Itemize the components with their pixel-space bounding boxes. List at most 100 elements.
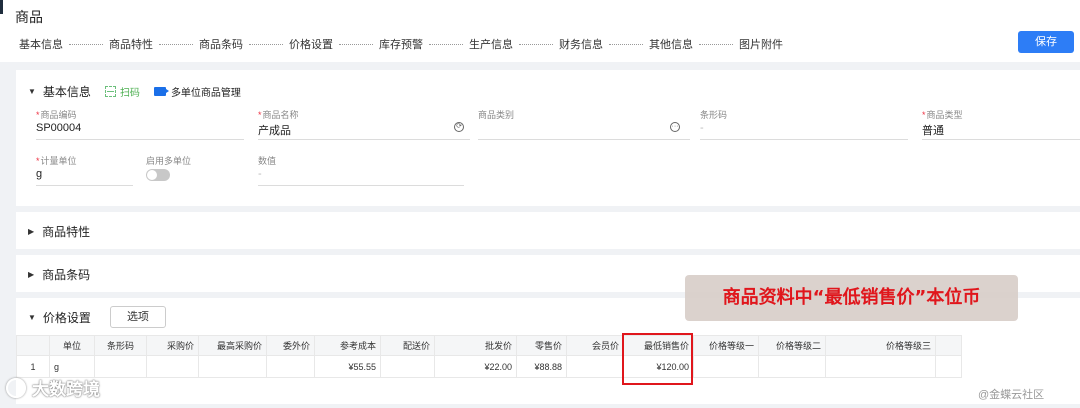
video-camera-icon bbox=[153, 87, 169, 96]
pricing-header[interactable]: ▼ 价格设置 选项 bbox=[28, 306, 166, 328]
table-cell-filler bbox=[935, 355, 962, 378]
nav-step-stock-alert[interactable]: 库存预警 bbox=[379, 36, 423, 52]
field-underline bbox=[258, 185, 464, 186]
section-nav: 基本信息 商品特性 商品条码 价格设置 库存预警 生产信息 财务信息 其他信息 … bbox=[19, 36, 783, 52]
annotation-callout: 商品资料中“最低销售价”本位币 bbox=[685, 275, 1018, 321]
nav-separator bbox=[159, 43, 193, 45]
field-label: 计量单位 bbox=[40, 156, 77, 166]
field-label: 商品类别 bbox=[478, 110, 515, 120]
multi-unit-toggle-field[interactable]: 启用多单位 bbox=[146, 154, 246, 188]
more-options-icon[interactable]: ··· bbox=[670, 122, 680, 132]
nav-step-production[interactable]: 生产信息 bbox=[469, 36, 513, 52]
quantity-field[interactable]: 数值 - bbox=[258, 154, 464, 188]
field-label: 商品类型 bbox=[926, 110, 963, 120]
product-type-value: 普通 bbox=[922, 125, 944, 137]
column-header: 参考成本 bbox=[314, 335, 381, 356]
unit-field[interactable]: *计量单位 g bbox=[36, 154, 133, 188]
product-code-field[interactable]: *商品编码 SP00004 bbox=[36, 108, 244, 142]
multi-unit-button[interactable]: 多单位商品管理 bbox=[153, 84, 241, 99]
product-name-field[interactable]: *商品名称 产成品 ⟳ bbox=[258, 108, 470, 142]
barcodes-header[interactable]: ▶ 商品条码 bbox=[28, 266, 90, 283]
column-header: 采购价 bbox=[146, 335, 199, 356]
page-header: 商品 基本信息 商品特性 商品条码 价格设置 库存预警 生产信息 财务信息 其他… bbox=[0, 0, 1080, 62]
column-header: 委外价 bbox=[266, 335, 315, 356]
table-cell[interactable]: ¥22.00 bbox=[434, 355, 517, 378]
field-label: 启用多单位 bbox=[146, 156, 192, 166]
table-cell[interactable] bbox=[198, 355, 267, 378]
basic-info-header[interactable]: ▼ 基本信息 扫码 多单位商品管理 bbox=[28, 83, 241, 100]
nav-step-finance[interactable]: 财务信息 bbox=[559, 36, 603, 52]
barcode-field[interactable]: 条形码 - bbox=[700, 108, 908, 142]
clock-icon[interactable]: ⟳ bbox=[454, 122, 464, 132]
table-cell[interactable]: ¥55.55 bbox=[314, 355, 381, 378]
watermark-circle-icon bbox=[6, 377, 26, 398]
table-cell[interactable] bbox=[146, 355, 199, 378]
table-row[interactable]: 1 g ¥55.55 ¥22.00 ¥88.88 ¥120.00 bbox=[16, 355, 962, 378]
highlight-box bbox=[622, 333, 693, 385]
section-title: 商品特性 bbox=[42, 225, 91, 239]
product-type-field[interactable]: *商品类型 普通 bbox=[922, 108, 1080, 142]
column-header: 条形码 bbox=[94, 335, 147, 356]
nav-step-other[interactable]: 其他信息 bbox=[649, 36, 693, 52]
nav-step-features[interactable]: 商品特性 bbox=[109, 36, 153, 52]
required-mark: * bbox=[36, 156, 40, 166]
scan-button[interactable]: 扫码 bbox=[104, 84, 140, 99]
features-panel: ▶ 商品特性 bbox=[16, 212, 1080, 249]
table-cell[interactable] bbox=[693, 355, 759, 378]
table-cell[interactable] bbox=[94, 355, 147, 378]
header-accent-bar bbox=[0, 0, 3, 14]
expand-triangle-icon[interactable]: ▶ bbox=[28, 270, 34, 279]
collapse-triangle-icon[interactable]: ▼ bbox=[28, 87, 36, 96]
table-cell[interactable] bbox=[825, 355, 936, 378]
table-cell[interactable] bbox=[758, 355, 826, 378]
features-header[interactable]: ▶ 商品特性 bbox=[28, 223, 90, 240]
column-header-index bbox=[16, 335, 50, 356]
expand-triangle-icon[interactable]: ▶ bbox=[28, 227, 34, 236]
product-category-field[interactable]: 商品类别 ··· bbox=[478, 108, 690, 142]
barcode-value: - bbox=[700, 122, 704, 134]
options-button[interactable]: 选项 bbox=[109, 306, 166, 328]
table-header-row: 单位 条形码 采购价 最高采购价 委外价 参考成本 配送价 批发价 零售价 会员… bbox=[16, 335, 962, 356]
required-mark: * bbox=[922, 110, 926, 120]
section-title: 价格设置 bbox=[42, 310, 91, 325]
column-header: 批发价 bbox=[434, 335, 517, 356]
field-underline bbox=[922, 139, 1080, 140]
nav-separator bbox=[609, 43, 643, 45]
unit-value: g bbox=[36, 168, 43, 180]
field-underline bbox=[36, 139, 244, 140]
required-mark: * bbox=[258, 110, 262, 120]
nav-separator bbox=[699, 43, 733, 45]
field-label: 条形码 bbox=[700, 110, 728, 120]
field-underline bbox=[478, 139, 690, 140]
multi-unit-label: 多单位商品管理 bbox=[170, 88, 241, 99]
table-cell[interactable] bbox=[566, 355, 624, 378]
table-cell[interactable] bbox=[266, 355, 315, 378]
nav-step-barcodes[interactable]: 商品条码 bbox=[199, 36, 243, 52]
scan-label: 扫码 bbox=[119, 88, 140, 99]
nav-step-attachments[interactable]: 图片附件 bbox=[739, 36, 783, 52]
nav-step-basic[interactable]: 基本信息 bbox=[19, 36, 63, 52]
nav-separator bbox=[69, 43, 103, 45]
field-label: 商品名称 bbox=[262, 110, 299, 120]
column-header-filler bbox=[935, 335, 962, 356]
required-mark: * bbox=[36, 110, 40, 120]
watermark-logo: 大数跨境 bbox=[6, 375, 100, 400]
multi-unit-toggle[interactable] bbox=[146, 169, 170, 181]
nav-separator bbox=[249, 43, 283, 45]
column-header: 零售价 bbox=[516, 335, 567, 356]
table-cell[interactable]: ¥88.88 bbox=[516, 355, 567, 378]
product-name-value: 产成品 bbox=[258, 125, 291, 137]
table-cell[interactable] bbox=[380, 355, 435, 378]
section-title: 基本信息 bbox=[42, 85, 91, 99]
watermark-left-text: 大数跨境 bbox=[32, 380, 100, 399]
column-header: 价格等级二 bbox=[758, 335, 826, 356]
field-underline bbox=[36, 185, 133, 186]
quantity-value: - bbox=[258, 168, 262, 180]
collapse-triangle-icon[interactable]: ▼ bbox=[28, 313, 36, 322]
column-header: 会员价 bbox=[566, 335, 624, 356]
page-title: 商品 bbox=[15, 9, 43, 25]
field-underline bbox=[258, 139, 470, 140]
save-button[interactable]: 保存 bbox=[1018, 31, 1074, 53]
nav-step-pricing[interactable]: 价格设置 bbox=[289, 36, 333, 52]
column-header: 价格等级一 bbox=[693, 335, 759, 356]
